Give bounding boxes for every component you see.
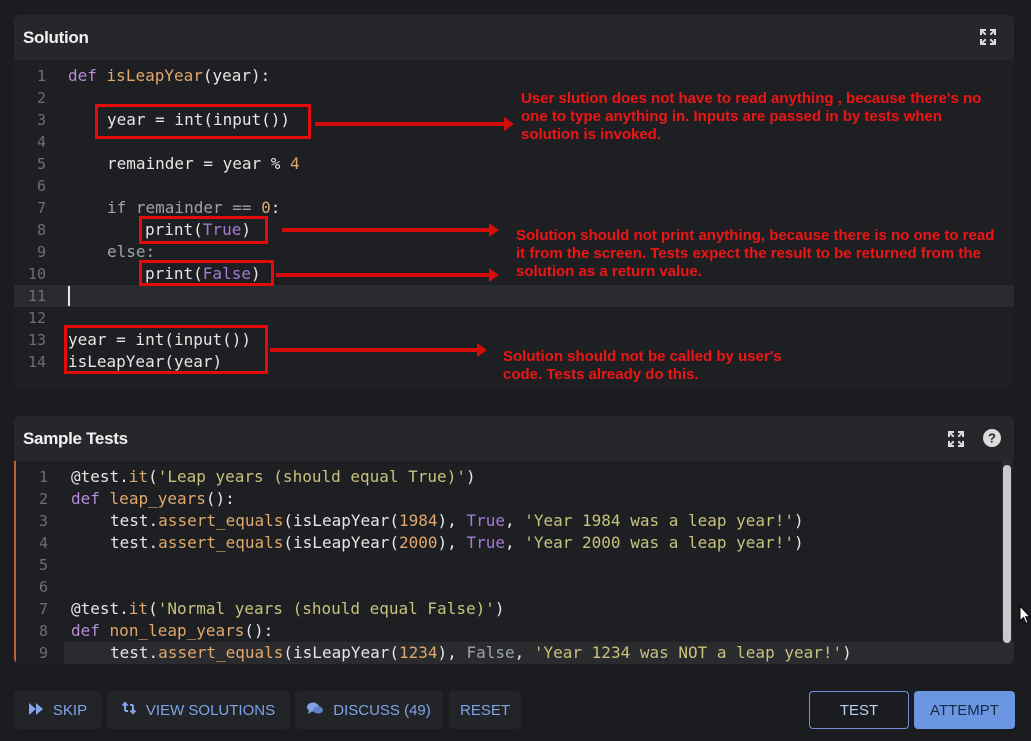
scrollbar-thumb[interactable] <box>1003 465 1011 643</box>
annotation-arrow <box>270 343 487 357</box>
code-line: 8 def non_leap_years(): <box>38 621 274 640</box>
code-line: 2 def leap_years(): <box>38 489 235 508</box>
expand-icon[interactable] <box>947 430 965 448</box>
code-line: 4 test.assert_equals(isLeapYear(2000), Tr… <box>38 533 804 552</box>
code-line-current: 9 test.assert_equals(isLeapYear(1234), Fa… <box>39 642 1014 664</box>
code-line: 3 test.assert_equals(isLeapYear(1984), Tr… <box>38 511 804 530</box>
swap-arrows-icon <box>121 701 137 719</box>
action-bar: SKIP VIEW SOLUTIONS DISCUSS (49) RESET T… <box>14 691 1015 729</box>
code-line: 5 <box>38 556 48 574</box>
annotation-note-call: Solution should not be called by user's … <box>503 348 782 383</box>
skip-button[interactable]: SKIP <box>14 691 102 729</box>
view-solutions-button[interactable]: VIEW SOLUTIONS <box>107 691 290 729</box>
sample-tests-editor[interactable]: 1 @test.it('Leap years (should equal True… <box>14 461 1014 664</box>
annotation-box-print-true <box>139 216 268 244</box>
test-button[interactable]: TEST <box>809 691 909 729</box>
skip-forward-icon <box>28 702 43 719</box>
attempt-button[interactable]: ATTEMPT <box>914 691 1015 729</box>
code-line: 1 def isLeapYear(year): <box>36 66 271 85</box>
annotation-arrow <box>276 268 499 282</box>
annotation-note-print: Solution should not print anything, beca… <box>516 227 995 280</box>
reset-button[interactable]: RESET <box>449 691 521 729</box>
annotation-box-call <box>64 325 268 374</box>
annotation-arrow <box>315 117 514 131</box>
code-line: 7 @test.it('Normal years (should equal Fa… <box>38 599 505 618</box>
svg-text:?: ? <box>988 431 996 446</box>
sample-tests-header: Sample Tests ? <box>14 416 1014 461</box>
solution-title: Solution <box>23 27 89 47</box>
chat-bubbles-icon <box>307 702 324 719</box>
help-icon[interactable]: ? <box>983 429 1001 447</box>
discuss-button[interactable]: DISCUSS (49) <box>295 691 443 729</box>
annotation-arrow <box>282 223 499 237</box>
code-line: 6 <box>36 177 46 195</box>
code-line-current: 11 <box>14 285 1014 307</box>
code-line: 1 @test.it('Leap years (should equal True… <box>38 467 476 486</box>
annotation-box-print-false <box>139 260 274 286</box>
code-line: 6 <box>38 578 48 596</box>
sample-tests-title: Sample Tests <box>23 428 128 448</box>
annotation-note-input: User slution does not have to read anyth… <box>521 90 982 143</box>
code-line: 5 remainder = year % 4 <box>36 154 300 173</box>
annotation-box-input <box>95 104 311 139</box>
sample-tests-panel: Sample Tests ? 1 @test.it('Leap years (sh… <box>14 416 1014 664</box>
expand-icon[interactable] <box>979 28 997 46</box>
solution-header: Solution <box>14 15 1014 60</box>
mouse-cursor-icon <box>1019 605 1031 625</box>
